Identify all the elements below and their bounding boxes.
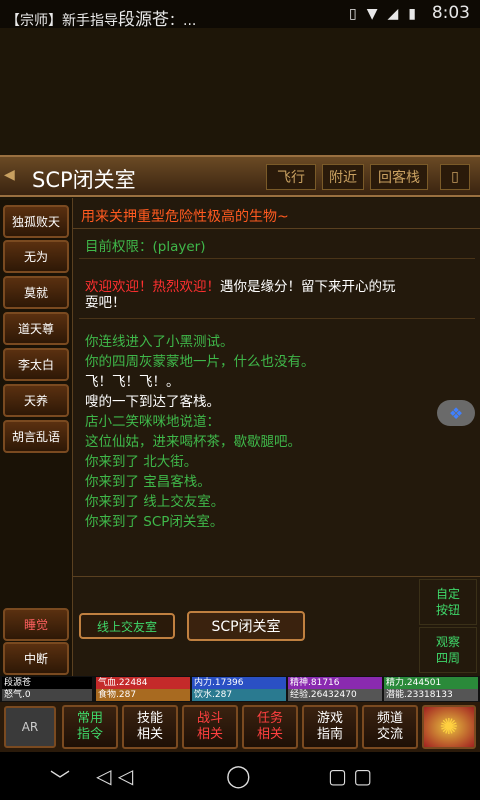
stat-spirit: 精神.81716 bbox=[288, 677, 382, 689]
exit-button[interactable]: 线上交友室 bbox=[79, 613, 175, 639]
back-icon[interactable]: ◁ ◁ bbox=[96, 764, 133, 788]
stat-mp: 内力.17396 bbox=[192, 677, 286, 689]
message-panel: 用来关押重型危险性极高的生物~ 目前权限：(player) 欢迎欢迎！热烈欢迎！… bbox=[72, 198, 480, 576]
custom-button[interactable]: 自定 按钮 bbox=[419, 579, 477, 625]
float-menu-icon[interactable]: ❖ bbox=[437, 400, 475, 426]
log-line: 你连线进入了小黑测试。 bbox=[85, 334, 234, 350]
stat-potential: 潜能.23318133 bbox=[384, 689, 478, 701]
android-nav-bar: ﹀ ◁ ◁ ◯ ▢ ▢ bbox=[0, 752, 480, 800]
signal-icon: ◢ bbox=[387, 6, 399, 22]
nearby-button[interactable]: 附近 bbox=[322, 164, 364, 190]
player-item[interactable]: 无为 bbox=[3, 240, 69, 273]
fly-button[interactable]: 飞行 bbox=[266, 164, 316, 190]
menu-button[interactable]: ▯ bbox=[440, 164, 470, 190]
tab-combat[interactable]: 战斗 相关 bbox=[182, 705, 238, 749]
vibrate-icon: ▯ bbox=[349, 6, 357, 22]
nav-down-icon[interactable]: ﹀ bbox=[50, 764, 70, 793]
clock: 8:03 bbox=[431, 3, 470, 23]
player-list: 独孤败天 无为 莫就 道天尊 李太白 天养 胡言乱语 睡觉 中断 bbox=[0, 200, 72, 676]
player-name: 段源苍 bbox=[2, 677, 92, 689]
log-line: 你来到了 线上交友室。 bbox=[85, 494, 225, 510]
stat-exp: 经验.26432470 bbox=[288, 689, 382, 701]
sleep-button[interactable]: 睡觉 bbox=[3, 608, 69, 641]
tab-skills[interactable]: 技能 相关 bbox=[122, 705, 178, 749]
stat-hp: 气血.22484 bbox=[96, 677, 190, 689]
tab-common-commands[interactable]: 常用 指令 bbox=[62, 705, 118, 749]
status-bar: 【宗师】新手指导段源苍：... ▯ ▼ ◢ ▮ 8:03 bbox=[0, 0, 480, 30]
interrupt-button[interactable]: 中断 bbox=[3, 642, 69, 675]
log-line: 你来到了 北大街。 bbox=[85, 454, 198, 470]
return-inn-button[interactable]: 回客栈 bbox=[370, 164, 428, 190]
log-line: 店小二笑咪咪地说道： bbox=[85, 414, 220, 430]
log-line: 你来到了 SCP闭关室。 bbox=[85, 514, 224, 530]
tab-game-guide[interactable]: 游戏 指南 bbox=[302, 705, 358, 749]
wifi-icon: ▼ bbox=[366, 6, 378, 22]
stat-food: 食物.287 bbox=[96, 689, 190, 701]
player-item[interactable]: 莫就 bbox=[3, 276, 69, 309]
room-header: ◀ SCP闭关室 飞行 附近 回客栈 ▯ bbox=[0, 155, 480, 197]
log-line: 飞！飞！飞！。 bbox=[85, 374, 180, 390]
divider bbox=[79, 318, 475, 319]
player-item[interactable]: 独孤败天 bbox=[3, 205, 69, 238]
tab-channels[interactable]: 频道 交流 bbox=[362, 705, 418, 749]
stat-energy: 精力.244501 bbox=[384, 677, 478, 689]
welcome-text: 欢迎欢迎！热烈欢迎！遇你是缘分！留下来开心的玩 bbox=[85, 279, 396, 295]
stats-bar: 段源苍 气血.22484 内力.17396 精神.81716 精力.244501… bbox=[0, 676, 480, 702]
log-line: 这位仙姑，进来喝杯茶，歇歇腿吧。 bbox=[85, 434, 301, 450]
notification-text: 【宗师】新手指导段源苍：... bbox=[6, 10, 197, 30]
log-line: 嗖的一下到达了客栈。 bbox=[85, 394, 220, 410]
ar-icon[interactable]: AR bbox=[4, 706, 56, 748]
player-item[interactable]: 道天尊 bbox=[3, 312, 69, 345]
battery-icon: ▮ bbox=[408, 6, 416, 22]
map-compass-icon[interactable]: ✺ bbox=[422, 705, 476, 749]
look-around-button[interactable]: 观察 四周 bbox=[419, 627, 477, 673]
room-description: 用来关押重型危险性极高的生物~ bbox=[81, 209, 289, 225]
tab-quests[interactable]: 任务 相关 bbox=[242, 705, 298, 749]
header-ornament-icon: ◀ bbox=[4, 167, 15, 183]
bottom-tabs: AR 常用 指令 技能 相关 战斗 相关 任务 相关 游戏 指南 频道 交流 ✺ bbox=[0, 702, 480, 752]
recents-icon[interactable]: ▢ ▢ bbox=[328, 764, 372, 788]
player-item[interactable]: 天养 bbox=[3, 384, 69, 417]
log-line: 你来到了 宝昌客栈。 bbox=[85, 474, 211, 490]
divider bbox=[79, 258, 475, 259]
player-item[interactable]: 李太白 bbox=[3, 348, 69, 381]
divider bbox=[73, 228, 480, 229]
stat-rage: 怒气.0 bbox=[2, 689, 92, 701]
room-title: SCP闭关室 bbox=[32, 168, 136, 192]
home-icon[interactable]: ◯ bbox=[226, 764, 251, 789]
permission-text: 目前权限：(player) bbox=[85, 239, 206, 255]
exit-panel: 线上交友室 SCP闭关室 自定 按钮 观察 四周 bbox=[72, 576, 480, 676]
welcome-text-cont: 耍吧！ bbox=[85, 295, 126, 311]
player-item[interactable]: 胡言乱语 bbox=[3, 420, 69, 453]
exit-button[interactable]: SCP闭关室 bbox=[187, 611, 305, 641]
log-line: 你的四周灰蒙蒙地一片，什么也没有。 bbox=[85, 354, 315, 370]
stat-water: 饮水.287 bbox=[192, 689, 286, 701]
